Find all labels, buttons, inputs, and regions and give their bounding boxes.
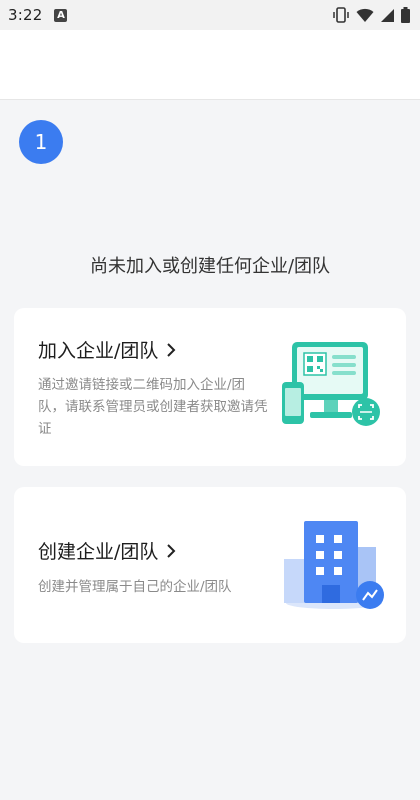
status-icons (332, 7, 410, 23)
status-bar: 3:22 A (0, 0, 420, 30)
join-team-card[interactable]: 加入企业/团队 通过邀请链接或二维码加入企业/团队，请联系管理员或创建者获取邀请… (14, 308, 406, 466)
create-team-card[interactable]: 创建企业/团队 创建并管理属于自己的企业/团队 (14, 487, 406, 643)
create-card-title: 创建企业/团队 (38, 541, 159, 563)
signal-icon (381, 8, 394, 22)
join-card-title-row: 加入企业/团队 (38, 336, 176, 363)
step-badge: 1 (19, 120, 63, 164)
chevron-right-icon (167, 543, 176, 558)
join-card-title: 加入企业/团队 (38, 340, 159, 362)
status-time: 3:22 (8, 6, 43, 24)
battery-icon (401, 7, 410, 23)
header-bar (0, 30, 420, 100)
empty-state-title: 尚未加入或创建任何企业/团队 (89, 256, 331, 277)
chevron-right-icon (167, 342, 176, 357)
join-card-description: 通过邀请链接或二维码加入企业/团队，请联系管理员或创建者获取邀请凭证 (38, 377, 268, 437)
notification-a-icon: A (54, 8, 68, 22)
building-illustration-icon (284, 521, 384, 609)
wifi-icon (356, 8, 374, 22)
create-card-description: 创建并管理属于自己的企业/团队 (38, 579, 232, 595)
qr-computer-illustration-icon (282, 342, 380, 426)
vibrate-icon (333, 7, 349, 23)
create-card-title-row: 创建企业/团队 (38, 537, 176, 564)
